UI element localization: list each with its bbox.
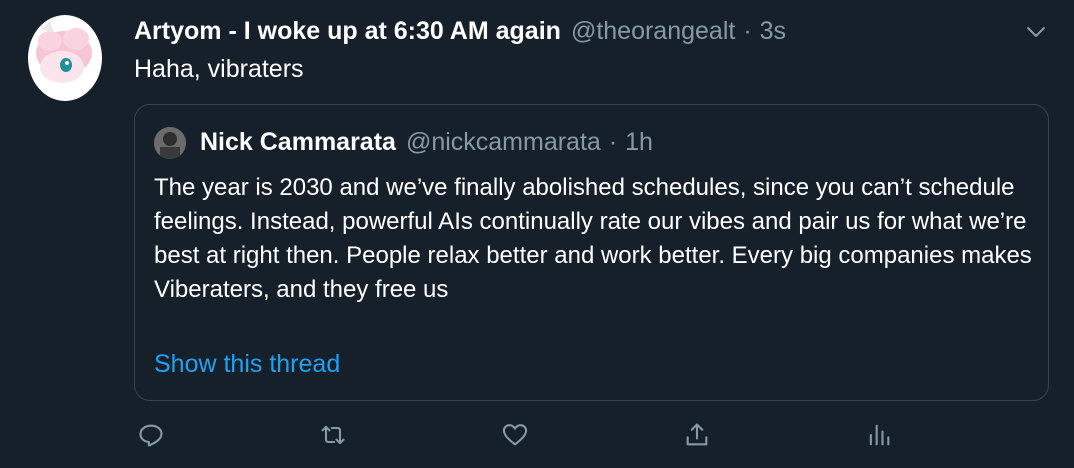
tweet-header: Artyom - I woke up at 6:30 AM again @the…	[134, 16, 786, 46]
show-thread-link[interactable]: Show this thread	[154, 348, 340, 380]
heart-icon	[501, 421, 529, 454]
quoted-display-name: Nick Cammarata	[200, 128, 396, 156]
share-icon	[683, 421, 711, 454]
quoted-text: The year is 2030 and we’ve finally aboli…	[154, 174, 1032, 303]
retweet-button[interactable]	[317, 421, 349, 453]
tweet[interactable]: Artyom - I woke up at 6:30 AM again @the…	[0, 0, 1074, 468]
quoted-handle: @nickcammarata	[405, 128, 601, 156]
retweet-icon	[319, 421, 347, 454]
reply-icon	[137, 421, 165, 454]
separator-dot: ·	[608, 128, 618, 156]
avatar[interactable]	[28, 15, 102, 101]
reply-button[interactable]	[135, 421, 167, 453]
quoted-timestamp: 1h	[625, 128, 653, 156]
tweet-text: Haha, vibraters	[134, 55, 304, 83]
timestamp[interactable]: 3s	[760, 16, 786, 46]
quoted-tweet[interactable]: Nick Cammarata @nickcammarata · 1h The y…	[134, 104, 1049, 401]
separator-dot: ·	[743, 17, 752, 45]
handle[interactable]: @theorangealt	[571, 16, 735, 46]
share-button[interactable]	[681, 421, 713, 453]
like-button[interactable]	[499, 421, 531, 453]
analytics-button[interactable]	[863, 421, 895, 453]
quoted-avatar[interactable]	[154, 127, 186, 159]
display-name[interactable]: Artyom - I woke up at 6:30 AM again	[134, 16, 561, 46]
chevron-down-icon[interactable]	[1024, 20, 1048, 44]
quoted-header: Nick Cammarata @nickcammarata · 1h	[200, 126, 653, 158]
analytics-icon	[865, 421, 893, 454]
